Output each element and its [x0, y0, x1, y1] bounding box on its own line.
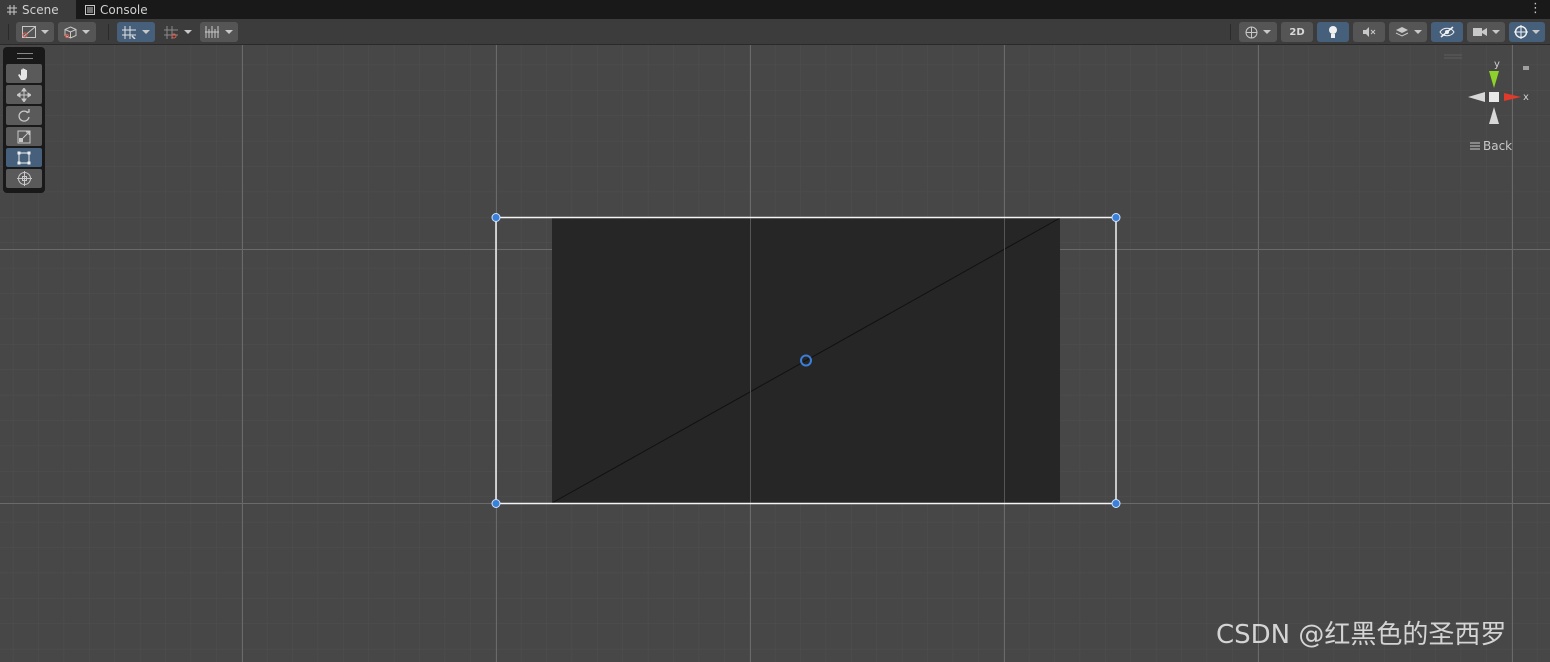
menu-icon [1470, 142, 1480, 150]
tab-console[interactable]: Console [78, 0, 158, 19]
resize-handle-bottom-right[interactable] [1111, 499, 1121, 508]
draw-options-dropdown[interactable] [1239, 22, 1277, 42]
gizmo-orbit-icon [1514, 25, 1528, 39]
neg-x-axis-cone[interactable] [1468, 92, 1485, 102]
sprite-object[interactable] [551, 217, 1061, 504]
chevron-down-icon [40, 30, 49, 34]
toolbar-divider [108, 24, 109, 40]
scale-icon [17, 130, 31, 143]
scene-canvas[interactable] [0, 45, 1550, 662]
cube-icon [64, 25, 77, 39]
draw-mode-dropdown[interactable] [16, 22, 54, 42]
gizmo-center-cube[interactable] [1489, 92, 1499, 102]
resize-handle-top-left[interactable] [491, 213, 501, 222]
chevron-down-icon [1532, 30, 1540, 34]
grid-snapping-button[interactable] [117, 22, 155, 42]
scale-tool[interactable] [6, 127, 42, 146]
tab-scene-label: Scene [22, 2, 59, 17]
audio-muted-icon [1363, 27, 1376, 37]
more-options-icon[interactable]: ⋮ [1529, 1, 1542, 17]
chevron-down-icon [225, 30, 233, 34]
view-orientation-label[interactable]: Back [1470, 139, 1512, 153]
light-bulb-icon [1329, 26, 1337, 38]
ruler-dropdown[interactable] [200, 22, 238, 42]
gizmos-dropdown[interactable] [1509, 22, 1545, 42]
gizmo-lock-icon[interactable] [1523, 66, 1529, 70]
chevron-down-icon [82, 30, 90, 34]
transform-icon [16, 171, 32, 186]
transform-tool[interactable] [6, 169, 42, 188]
2d-toggle-label: 2D [1289, 26, 1305, 38]
tools-overlay [3, 47, 45, 193]
rect-icon [17, 151, 31, 164]
axis-gizmo-icon[interactable]: y x [1460, 58, 1540, 128]
2d-toggle-button[interactable]: 2D [1281, 22, 1313, 42]
view-orientation-text: Back [1483, 139, 1513, 153]
grid-icon [7, 4, 17, 15]
resize-handle-top-right[interactable] [1111, 213, 1121, 222]
scene-viewport[interactable] [0, 45, 1550, 662]
increment-snap-icon [164, 25, 178, 39]
camera-icon [1472, 28, 1487, 36]
chevron-down-icon [1263, 30, 1271, 34]
ruler-icon [205, 26, 219, 38]
watermark: CSDN @红黑色的圣西罗 [1216, 620, 1507, 650]
scene-toolbar: 2D [0, 19, 1550, 45]
chevron-down-icon [1413, 30, 1422, 34]
move-tool[interactable] [6, 85, 42, 104]
console-icon [85, 4, 95, 15]
audio-toggle-button[interactable] [1353, 22, 1385, 42]
toolbar-divider [1230, 24, 1231, 40]
tab-console-label: Console [100, 2, 148, 17]
toolbar-divider [8, 24, 9, 40]
tab-bar: Scene Console ⋮ [0, 0, 1550, 19]
scene-visibility-button[interactable] [1431, 22, 1463, 42]
hand-icon [18, 68, 27, 80]
effects-dropdown[interactable] [1389, 22, 1427, 42]
gizmo-y-label: y [1494, 59, 1500, 70]
shading-dropdown[interactable] [58, 22, 96, 42]
chevron-down-icon [184, 30, 192, 34]
x-axis-cone[interactable] [1504, 93, 1521, 101]
incremental-snap-button[interactable] [159, 22, 197, 42]
camera-dropdown[interactable] [1467, 22, 1505, 42]
neg-y-axis-cone[interactable] [1489, 107, 1499, 124]
globe-icon [1245, 26, 1258, 38]
rotate-tool[interactable] [6, 106, 42, 125]
overlay-drag-handle[interactable] [17, 53, 33, 59]
tab-scene[interactable]: Scene [0, 0, 76, 19]
hand-tool[interactable] [6, 64, 42, 83]
chevron-down-icon [1491, 30, 1500, 34]
chevron-down-icon [142, 30, 150, 34]
grid-snap-icon [122, 25, 136, 39]
gizmo-x-label: x [1523, 92, 1529, 103]
eye-hidden-icon [1439, 26, 1455, 38]
move-icon [17, 87, 31, 102]
y-axis-cone[interactable] [1489, 71, 1499, 88]
rect-tool[interactable] [6, 148, 42, 167]
draw-mode-icon [21, 26, 36, 38]
layers-icon [1395, 27, 1408, 37]
resize-handle-bottom-left[interactable] [491, 499, 501, 508]
lighting-toggle-button[interactable] [1317, 22, 1349, 42]
rotate-icon [18, 108, 30, 122]
